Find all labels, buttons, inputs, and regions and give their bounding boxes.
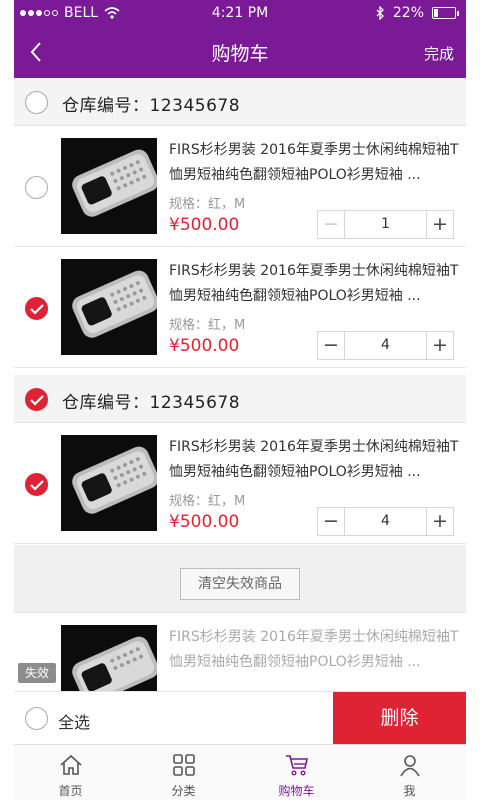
decrease-button[interactable]: −: [318, 508, 345, 535]
warehouse-header: 仓库编号：12345678: [14, 375, 466, 423]
page-title: 购物车: [211, 43, 269, 65]
product-title: FIRS杉杉男装 2016年夏季男士休闲纯棉短袖T恤男短袖纯色翻领短袖POLO衫…: [169, 629, 459, 670]
increase-button[interactable]: +: [426, 508, 453, 535]
select-all-label[interactable]: 全选: [58, 709, 90, 733]
tab-label: 我: [403, 784, 416, 798]
tab-cart[interactable]: 购物车: [240, 745, 353, 800]
warehouse-label: 仓库编号：12345678: [62, 96, 241, 116]
cart-icon: [285, 755, 308, 776]
battery-icon: [432, 7, 459, 19]
clear-invalid-button[interactable]: 清空失效商品: [180, 568, 300, 600]
product-price: ¥500.00: [169, 215, 240, 235]
tab-me[interactable]: 我: [353, 745, 466, 800]
warehouse-label: 仓库编号：12345678: [62, 393, 241, 413]
home-icon: [59, 754, 82, 775]
product-title[interactable]: FIRS杉杉男装 2016年夏季男士休闲纯棉短袖T恤男短袖纯色翻领短袖POLO衫…: [169, 259, 461, 309]
increase-button[interactable]: +: [426, 332, 453, 359]
quantity-value[interactable]: 4: [345, 508, 426, 535]
delete-button[interactable]: 删除: [333, 692, 466, 745]
select-all-checkbox[interactable]: [25, 707, 48, 730]
tab-label: 购物车: [278, 784, 315, 798]
warehouse-checkbox[interactable]: [25, 388, 48, 411]
tab-label: 分类: [171, 784, 196, 798]
back-button[interactable]: [18, 33, 56, 71]
item-checkbox[interactable]: [25, 176, 48, 199]
checkmark-icon: [30, 480, 44, 491]
increase-button[interactable]: +: [426, 211, 453, 238]
done-button[interactable]: 完成: [424, 43, 454, 64]
checkmark-icon: [30, 395, 44, 406]
tab-label: 首页: [58, 784, 83, 798]
warehouse-checkbox[interactable]: [25, 91, 48, 114]
decrease-button[interactable]: −: [318, 211, 345, 238]
warehouse-header: 仓库编号：12345678: [14, 78, 466, 126]
product-spec: 规格：红，M: [169, 318, 246, 333]
quantity-stepper: − 1 +: [317, 210, 454, 239]
product-spec: 规格：红，M: [169, 494, 246, 509]
tab-bar: 首页 分类 购物车 我: [14, 744, 466, 800]
battery-percent: 22%: [392, 5, 424, 21]
cart-item: FIRS杉杉男装 2016年夏季男士休闲纯棉短袖T恤男短袖纯色翻领短袖POLO衫…: [14, 247, 466, 368]
cart-item: FIRS杉杉男装 2016年夏季男士休闲纯棉短袖T恤男短袖纯色翻领短袖POLO衫…: [14, 126, 466, 247]
item-checkbox[interactable]: [25, 473, 48, 496]
product-title[interactable]: FIRS杉杉男装 2016年夏季男士休闲纯棉短袖T恤男短袖纯色翻领短袖POLO衫…: [169, 435, 461, 485]
grid-icon: [172, 754, 195, 776]
product-spec: 规格：红，M: [169, 197, 246, 212]
tab-category[interactable]: 分类: [127, 745, 240, 800]
tab-home[interactable]: 首页: [14, 745, 127, 800]
product-price: ¥500.00: [169, 336, 240, 356]
product-image[interactable]: [61, 435, 157, 531]
invalid-cart-item: 失效 FIRS杉杉男装 2016年夏季男士休闲纯棉短袖T恤男短袖纯色翻领短袖PO…: [14, 613, 466, 691]
chevron-left-icon: [30, 42, 41, 62]
product-price: ¥500.00: [169, 512, 240, 532]
status-bar: BELL 4:21 PM 22%: [14, 0, 466, 27]
user-icon: [399, 755, 420, 777]
product-image: [61, 625, 157, 691]
nav-bar: 购物车 完成: [14, 27, 466, 78]
decrease-button[interactable]: −: [318, 332, 345, 359]
status-right: 22%: [376, 5, 459, 21]
cart-action-bar: 全选 删除: [14, 691, 466, 745]
quantity-stepper: − 4 +: [317, 331, 454, 360]
product-image[interactable]: [61, 138, 157, 234]
bluetooth-icon: [376, 6, 384, 20]
product-title[interactable]: FIRS杉杉男装 2016年夏季男士休闲纯棉短袖T恤男短袖纯色翻领短袖POLO衫…: [169, 138, 461, 188]
checkmark-icon: [30, 304, 44, 315]
quantity-stepper: − 4 +: [317, 507, 454, 536]
invalid-items-bar: 清空失效商品: [14, 545, 466, 613]
item-checkbox[interactable]: [25, 297, 48, 320]
invalid-badge: 失效: [18, 663, 56, 683]
cart-item: FIRS杉杉男装 2016年夏季男士休闲纯棉短袖T恤男短袖纯色翻领短袖POLO衫…: [14, 423, 466, 544]
quantity-value[interactable]: 4: [345, 332, 426, 359]
quantity-value[interactable]: 1: [345, 211, 426, 238]
product-image[interactable]: [61, 259, 157, 355]
